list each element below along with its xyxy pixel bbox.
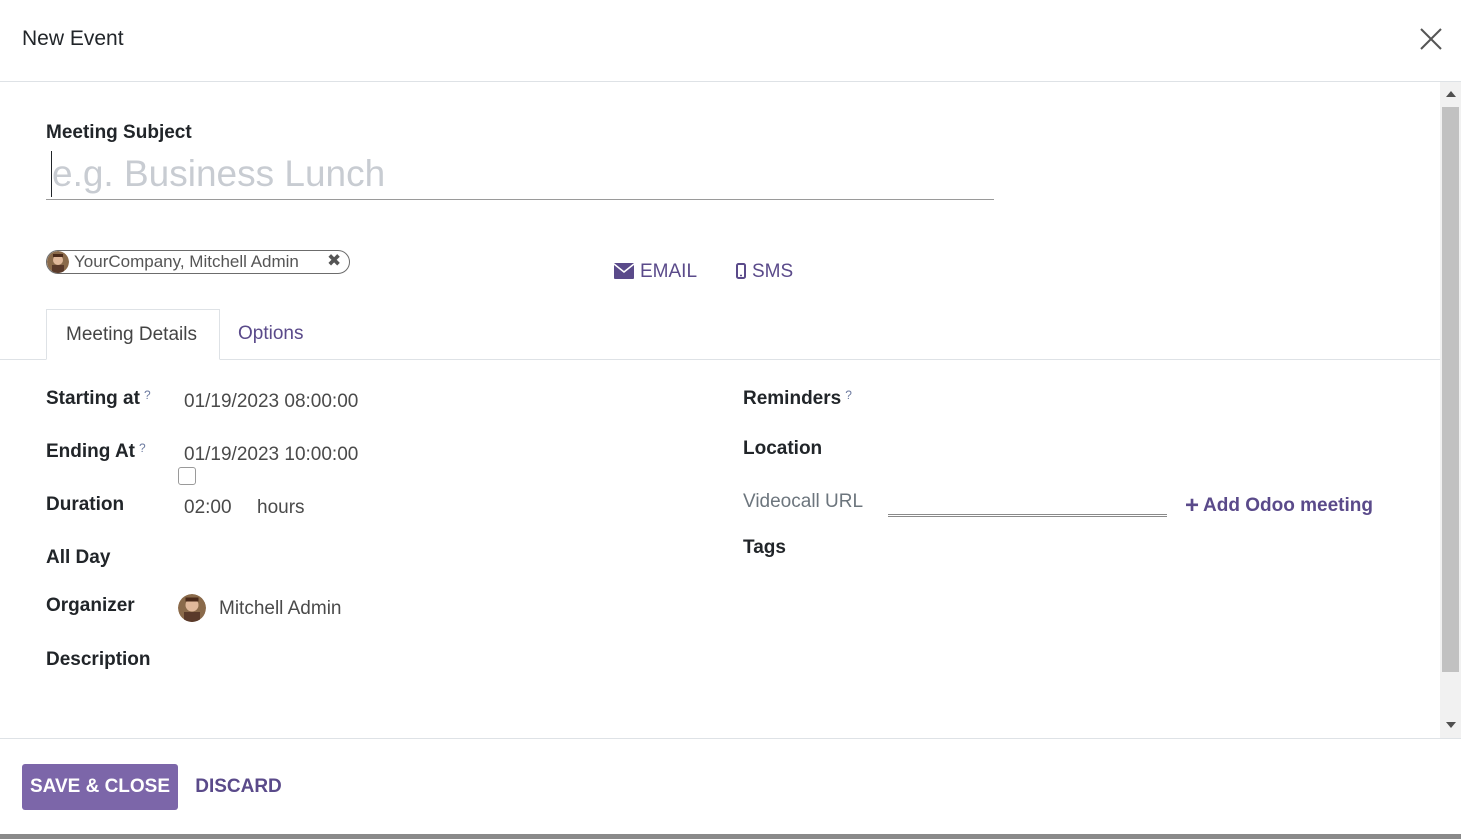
help-icon[interactable]: ? [845, 388, 852, 402]
dialog-header: New Event [0, 0, 1461, 82]
dialog-title: New Event [22, 27, 124, 50]
duration-unit: hours [257, 497, 305, 518]
subject-label: Meeting Subject [46, 122, 192, 143]
subject-input[interactable] [46, 149, 994, 200]
close-icon [1420, 28, 1442, 50]
envelope-icon [613, 263, 635, 279]
all-day-label: All Day [46, 547, 111, 568]
scroll-up-icon[interactable] [1446, 91, 1456, 97]
videocall-url-label: Videocall URL [743, 491, 864, 512]
location-label: Location [743, 438, 823, 459]
plus-icon: + [1185, 492, 1200, 519]
starting-at-label: Starting at? [46, 388, 151, 409]
email-label: EMAIL [640, 261, 698, 282]
organizer-label: Organizer [46, 595, 135, 616]
dialog-footer: SAVE & CLOSE DISCARD [0, 738, 1461, 834]
new-event-dialog: New Event Meeting Subject YourCompany, M… [0, 0, 1461, 834]
save-and-close-button[interactable]: SAVE & CLOSE [22, 764, 178, 810]
tags-label: Tags [743, 537, 786, 558]
sms-label: SMS [752, 261, 794, 282]
description-label: Description [46, 649, 151, 670]
text-caret [51, 151, 52, 197]
dialog-body: Meeting Subject YourCompany, Mitchell Ad… [0, 82, 1440, 738]
ending-at-label: Ending At? [46, 441, 146, 462]
ending-at-value[interactable]: 01/19/2023 10:00:00 [184, 444, 358, 466]
scrollbar[interactable] [1440, 82, 1461, 738]
help-icon[interactable]: ? [144, 388, 151, 402]
sms-button[interactable]: SMS [736, 261, 793, 283]
tab-options[interactable]: Options [219, 309, 322, 360]
add-odoo-meeting-button[interactable]: + Add Odoo meeting [1185, 492, 1373, 520]
discard-button[interactable]: DISCARD [186, 764, 291, 810]
organizer-avatar [178, 594, 206, 622]
attendee-tag: YourCompany, Mitchell Admin ✖ [46, 250, 350, 274]
mobile-icon [736, 263, 746, 279]
videocall-url-input[interactable] [888, 492, 1167, 517]
scroll-thumb[interactable] [1442, 107, 1459, 672]
duration-label: Duration [46, 494, 125, 515]
attendee-avatar [47, 251, 69, 273]
all-day-checkbox[interactable] [178, 467, 196, 485]
scroll-down-icon[interactable] [1446, 722, 1456, 728]
help-icon[interactable]: ? [139, 441, 146, 455]
email-button[interactable]: EMAIL [613, 261, 698, 283]
duration-value[interactable]: 02:00 [184, 497, 232, 519]
organizer-value[interactable]: Mitchell Admin [219, 598, 342, 620]
remove-attendee-icon[interactable]: ✖ [327, 251, 341, 271]
close-button[interactable] [1416, 24, 1446, 54]
starting-at-value[interactable]: 01/19/2023 08:00:00 [184, 391, 358, 413]
tab-meeting-details[interactable]: Meeting Details [46, 309, 220, 360]
reminders-label: Reminders? [743, 388, 852, 409]
attendee-tag-label: YourCompany, Mitchell Admin [74, 252, 299, 271]
